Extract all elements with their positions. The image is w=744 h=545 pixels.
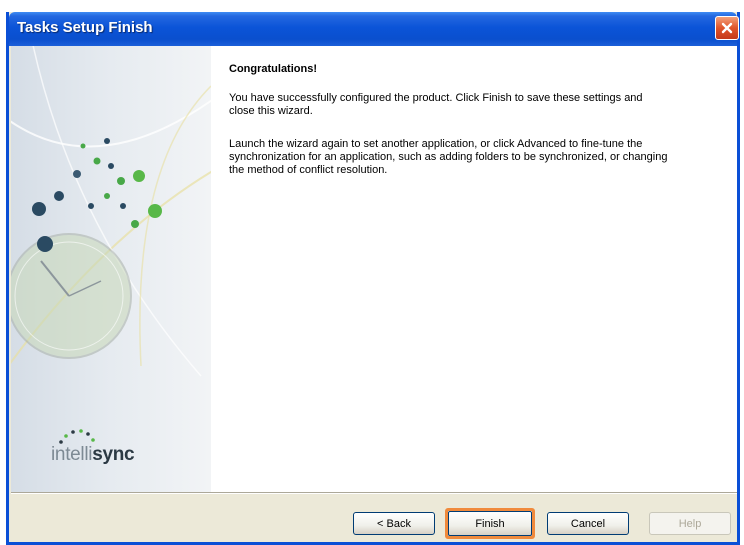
logo-dots-icon: [59, 429, 95, 444]
back-button[interactable]: < Back: [353, 512, 435, 535]
page-heading: Congratulations!: [229, 63, 317, 75]
finish-button-label: Finish: [448, 511, 532, 536]
intellisync-logo: intellisync: [51, 426, 171, 476]
title-bar[interactable]: Tasks Setup Finish: [9, 12, 739, 46]
close-button[interactable]: [715, 16, 739, 40]
wizard-content: Congratulations! You have successfully c…: [211, 46, 737, 492]
success-message: You have successfully configured the pro…: [229, 92, 643, 117]
brand-wordmark-bold: sync: [92, 444, 135, 465]
cancel-button[interactable]: Cancel: [547, 512, 629, 535]
close-icon: [721, 22, 733, 34]
help-button[interactable]: Help: [649, 512, 731, 535]
wizard-window: Tasks Setup Finish intellisync Congratul…: [6, 12, 740, 545]
brand-wordmark: intellisync: [51, 444, 135, 466]
wizard-sidebar-graphic: intellisync: [11, 46, 211, 492]
instructions-message: Launch the wizard again to set another a…: [229, 138, 668, 176]
footer-separator: [11, 492, 737, 494]
brand-wordmark-light: intelli: [51, 444, 93, 465]
finish-button[interactable]: Finish: [445, 508, 535, 539]
window-title: Tasks Setup Finish: [17, 19, 153, 36]
